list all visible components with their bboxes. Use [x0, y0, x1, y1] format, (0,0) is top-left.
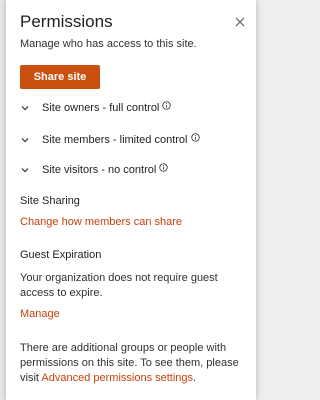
chevron-down-icon [20, 135, 30, 145]
share-site-button[interactable]: Share site [20, 65, 100, 89]
change-sharing-link[interactable]: Change how members can share [20, 216, 182, 228]
group-label: Site visitors - no control [42, 164, 157, 176]
manage-link[interactable]: Manage [20, 308, 60, 320]
panel-title: Permissions [20, 12, 113, 31]
site-sharing-heading: Site Sharing [20, 195, 80, 207]
chevron-down-icon [20, 103, 30, 113]
panel-subtitle: Manage who has access to this site. [20, 38, 197, 50]
info-icon[interactable] [190, 132, 200, 142]
chevron-down-icon [20, 165, 30, 175]
group-site-owners[interactable]: Site owners - full control [20, 99, 172, 117]
footer-text-end: . [193, 372, 197, 384]
group-site-visitors[interactable]: Site visitors - no control [20, 161, 169, 179]
advanced-permissions-link[interactable]: Advanced permissions settings [41, 372, 193, 384]
permissions-panel: Permissions Manage who has access to thi… [6, 0, 256, 400]
guest-expiration-heading: Guest Expiration [20, 249, 102, 261]
group-label: Site members - limited control [42, 134, 188, 146]
group-site-members[interactable]: Site members - limited control [20, 131, 200, 149]
group-label: Site owners - full control [42, 102, 160, 114]
guest-expiration-text: Your organization does not require guest… [20, 272, 218, 299]
footer-text: There are additional groups or people wi… [20, 341, 242, 386]
info-icon[interactable] [162, 100, 172, 110]
close-icon[interactable] [232, 14, 248, 30]
info-icon[interactable] [159, 162, 169, 172]
